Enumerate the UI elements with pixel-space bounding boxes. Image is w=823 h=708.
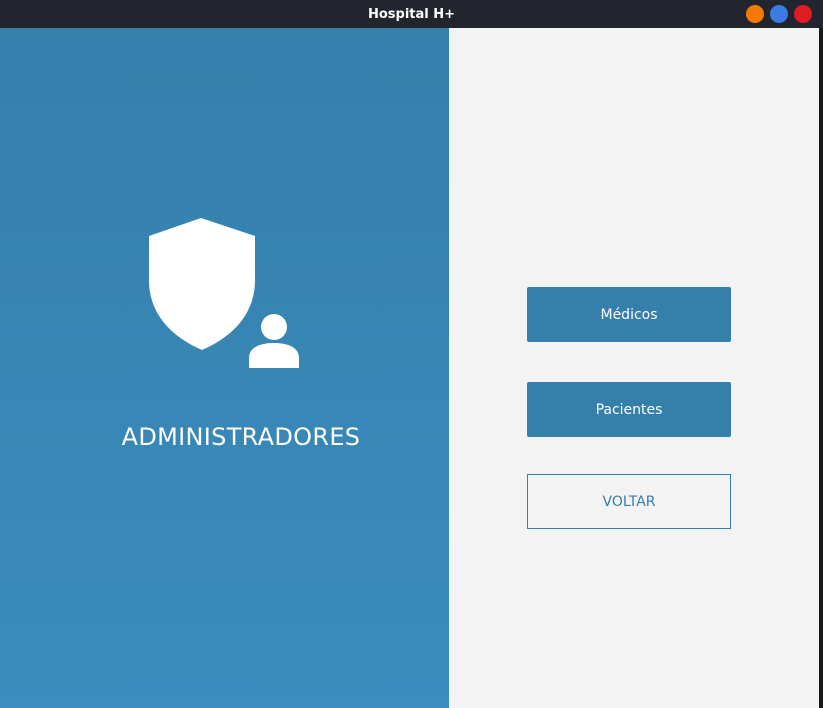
- window-edge: [819, 28, 823, 708]
- admin-panel: ADMINISTRADORES: [0, 28, 449, 708]
- menu-panel: Médicos Pacientes VOLTAR: [449, 28, 819, 708]
- app-window: Hospital H+ ADMINISTRADORES Médicos Paci…: [0, 0, 823, 708]
- pacientes-button[interactable]: Pacientes: [527, 382, 731, 437]
- title-bar[interactable]: Hospital H+: [0, 0, 823, 28]
- voltar-button[interactable]: VOLTAR: [527, 474, 731, 529]
- admin-shield-user-icon: [149, 218, 299, 368]
- minimize-button[interactable]: [746, 5, 764, 23]
- close-button[interactable]: [794, 5, 812, 23]
- medicos-button[interactable]: Médicos: [527, 287, 731, 342]
- maximize-button[interactable]: [770, 5, 788, 23]
- panel-title: ADMINISTRADORES: [121, 423, 361, 451]
- window-title: Hospital H+: [367, 6, 456, 22]
